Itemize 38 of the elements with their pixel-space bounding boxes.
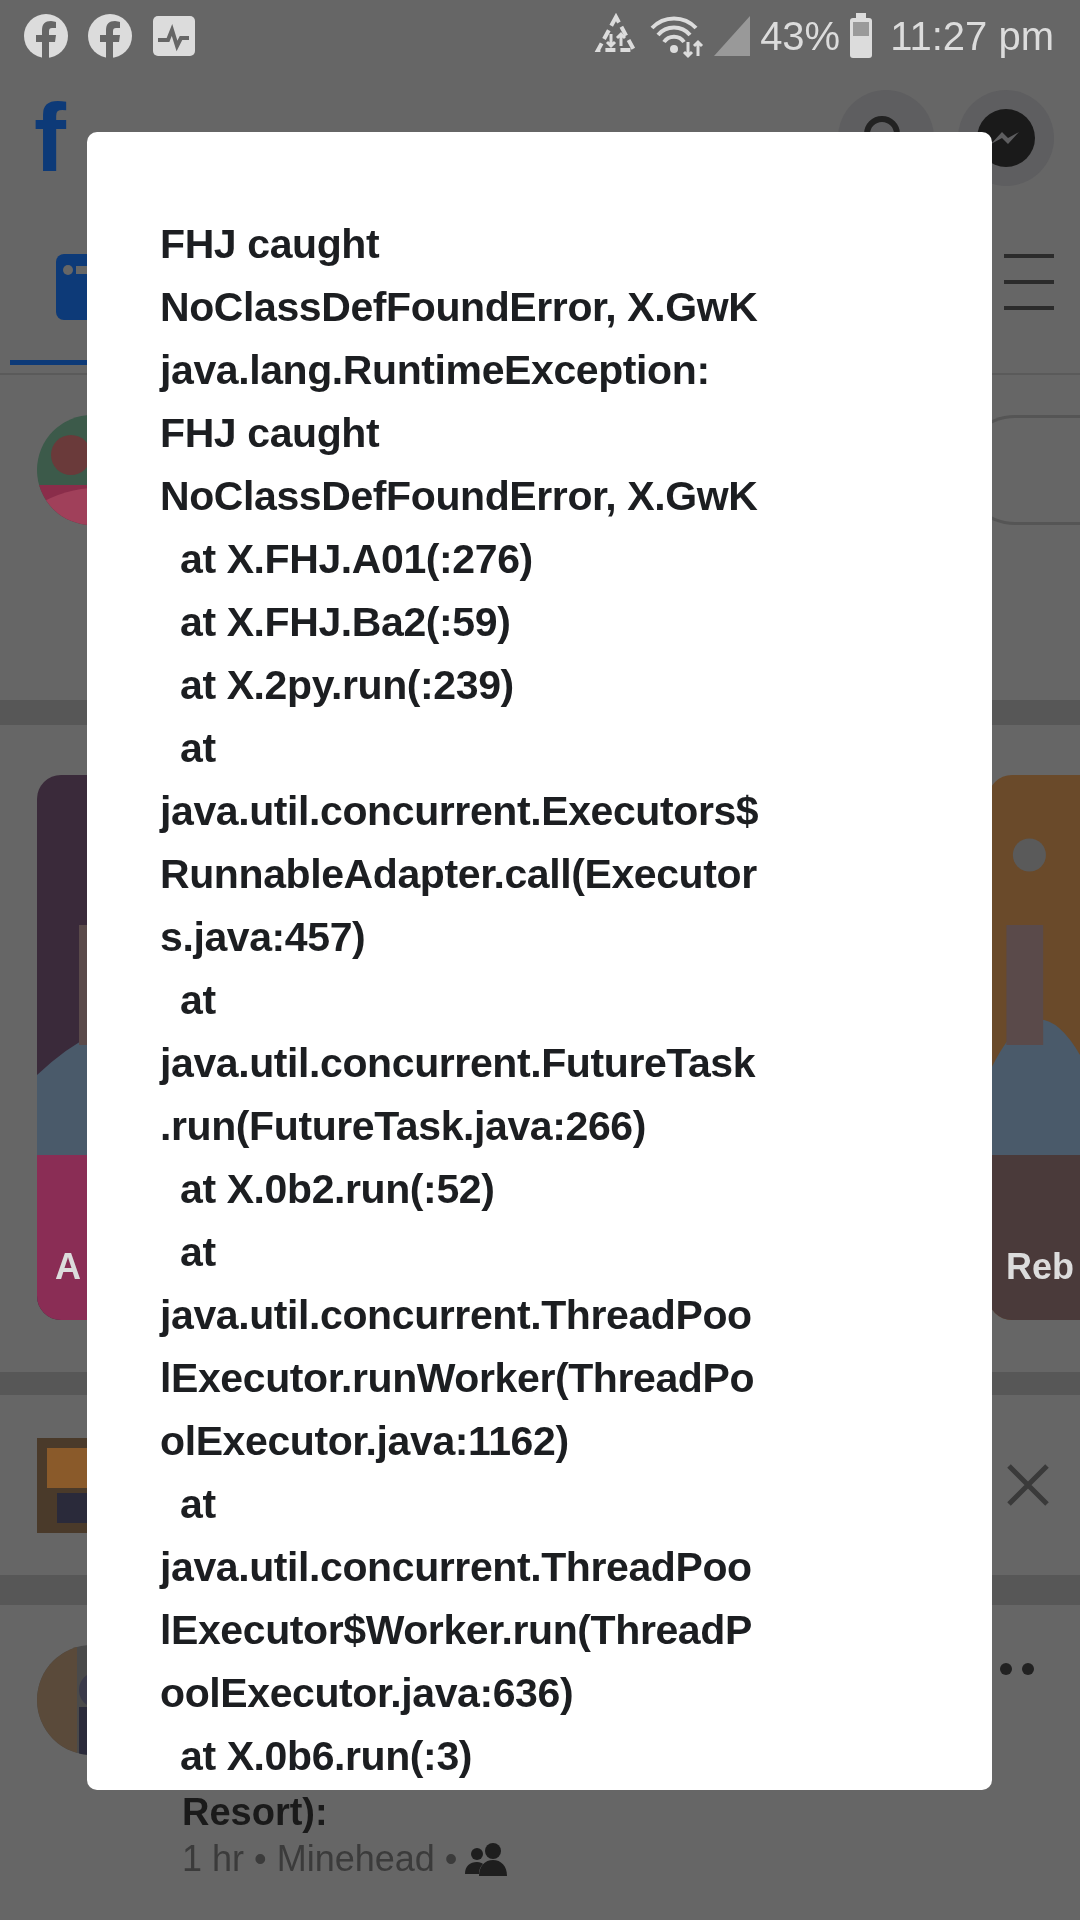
error-text-line: lExecutor$Worker.run(ThreadP <box>160 1606 753 1655</box>
battery-percentage: 43% <box>760 13 841 60</box>
error-text-line: NoClassDefFoundError, X.GwK <box>160 283 759 332</box>
error-text-line: at X.0b6.run(:3) <box>179 1732 474 1781</box>
error-text-line: NoClassDefFoundError, X.GwK <box>160 472 759 521</box>
battery-icon <box>848 13 875 59</box>
signal-icon <box>712 14 753 58</box>
error-text-line: FHJ caught <box>160 409 381 458</box>
error-text-line: at <box>179 1228 217 1277</box>
error-text-line: at X.0b2.run(:52) <box>179 1165 496 1214</box>
story-name[interactable]: A <box>55 1240 81 1294</box>
close-icon[interactable] <box>1006 1463 1050 1507</box>
facebook-icon <box>86 12 134 60</box>
error-text-line: at X.FHJ.A01(:276) <box>179 535 534 584</box>
error-text-line: at <box>179 976 217 1025</box>
error-text-line: at X.2py.run(:239) <box>179 661 515 710</box>
error-text-line: java.lang.RuntimeException: <box>160 346 711 395</box>
clock-time: 11:27 pm <box>890 13 1054 60</box>
error-text-line: FHJ caught <box>160 220 381 269</box>
error-text-line: at X.FHJ.Ba2(:59) <box>179 598 512 647</box>
facebook-icon <box>22 12 70 60</box>
error-text-line: oolExecutor.java:636) <box>160 1669 575 1718</box>
group-icon <box>465 1842 510 1876</box>
post-title: Resort): <box>182 1791 329 1833</box>
error-text-line: at <box>179 1480 217 1529</box>
error-text-line: java.util.concurrent.FutureTask <box>160 1039 757 1088</box>
error-text-line: java.util.concurrent.ThreadPoo <box>160 1291 753 1340</box>
error-text-line: olExecutor.java:1162) <box>160 1417 570 1466</box>
menu-icon[interactable] <box>1004 254 1054 310</box>
story-card[interactable]: Reb <box>988 775 1080 1320</box>
error-text-line: RunnableAdapter.call(Executor <box>160 850 758 899</box>
error-text-line: java.util.concurrent.Executors$ <box>160 787 760 836</box>
error-text-line: at <box>179 724 217 773</box>
error-text-line: s.java:457) <box>160 913 367 962</box>
app-logo: f <box>34 90 64 186</box>
error-text-line: lExecutor.runWorker(ThreadPo <box>160 1354 756 1403</box>
error-text-line: .run(FutureTask.java:266) <box>160 1102 647 1151</box>
error-text-line: java.util.concurrent.ThreadPoo <box>160 1543 753 1592</box>
